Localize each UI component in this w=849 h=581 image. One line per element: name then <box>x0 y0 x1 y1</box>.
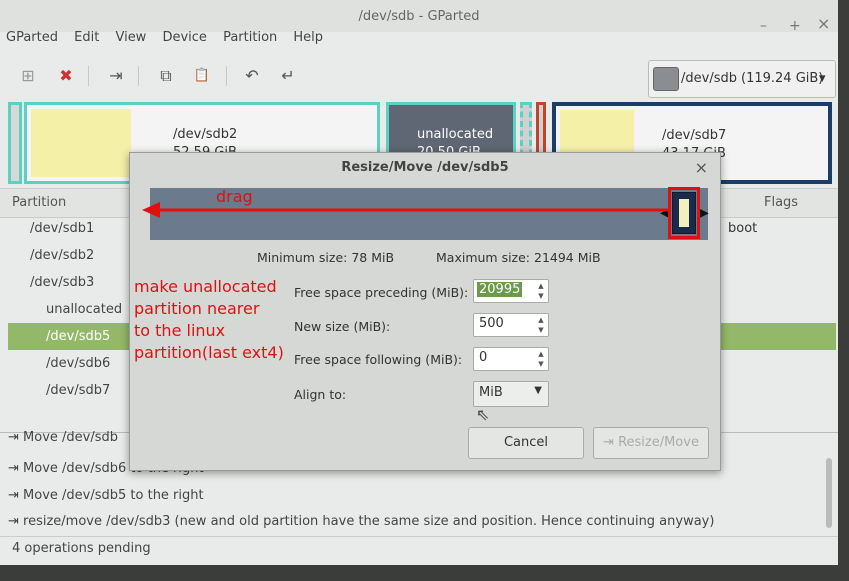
annotation-drag-text: drag <box>216 187 253 206</box>
annotation-overlay <box>142 202 668 218</box>
annotation-note: make unallocated partition nearer to the… <box>134 276 284 364</box>
annotation-arrow-head <box>142 202 160 218</box>
annotation-note-line: partition nearer <box>134 299 260 318</box>
annotation-note-line: partition(last ext4) <box>134 343 284 362</box>
annotation-note-line: to the linux <box>134 321 226 340</box>
annotation-note-line: make unallocated <box>134 277 277 296</box>
